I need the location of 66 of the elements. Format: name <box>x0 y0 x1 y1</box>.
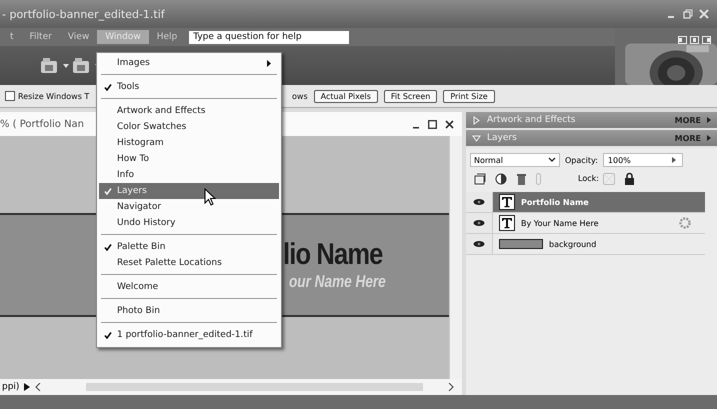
mouse-cursor-icon <box>204 188 216 206</box>
text-layer-icon <box>499 194 515 210</box>
panel-layout-icon[interactable] <box>678 36 687 44</box>
folder-icon[interactable] <box>72 56 92 74</box>
status-text: ppi) <box>2 382 20 392</box>
restore-icon[interactable] <box>683 9 693 19</box>
eye-icon[interactable] <box>473 198 485 206</box>
menu-item[interactable]: Navigator <box>99 199 279 215</box>
maximize-icon[interactable] <box>428 120 437 128</box>
option-label: ows <box>292 92 308 100</box>
document-title: % ( Portfolio Nan <box>0 118 84 130</box>
menu-item[interactable]: 1 portfolio-banner_edited-1.tif <box>99 327 279 343</box>
panel-layout-icon[interactable] <box>702 36 711 44</box>
menu-item[interactable]: Histogram <box>99 135 279 151</box>
help-search-field[interactable]: Type a question for help <box>189 30 350 44</box>
eye-icon[interactable] <box>473 240 485 248</box>
menu-item[interactable]: Layers <box>99 183 279 199</box>
menu-item[interactable]: Images <box>99 55 279 71</box>
palette-header[interactable]: Layers MORE <box>466 130 717 146</box>
text-layer-icon <box>499 215 515 231</box>
banner-title: lio Name <box>283 238 382 272</box>
more-link[interactable]: MORE <box>674 134 701 142</box>
zoom-button[interactable]: Print Size <box>443 90 495 102</box>
opacity-label: Opacity: <box>565 156 598 164</box>
caret-icon <box>707 135 711 141</box>
menu-item[interactable]: Info <box>99 167 279 183</box>
menu-item[interactable]: Undo History <box>99 215 279 231</box>
layer-row[interactable]: Portfolio Name <box>466 192 705 213</box>
caret-icon[interactable] <box>63 64 69 68</box>
trash-icon[interactable] <box>516 172 527 184</box>
opacity-field[interactable]: 100% <box>602 153 683 167</box>
menu-item[interactable]: Color Swatches <box>99 119 279 135</box>
menu-item[interactable]: Artwork and Effects <box>99 103 279 119</box>
disclosure-triangle-icon[interactable] <box>472 134 481 142</box>
banner-subtitle: our Name Here <box>289 272 386 292</box>
layer-row[interactable]: By Your Name Here <box>466 213 705 234</box>
caret-icon[interactable] <box>672 157 676 163</box>
chevron-down-icon[interactable] <box>548 157 556 163</box>
checkbox[interactable] <box>5 91 15 101</box>
panel-layout-icon[interactable] <box>690 36 699 44</box>
window-title: - portfolio-banner_edited-1.tif <box>2 8 165 20</box>
checkbox-label: Resize Windows T <box>18 92 90 100</box>
palette-header[interactable]: Artwork and Effects MORE <box>466 112 717 128</box>
lock-icon[interactable] <box>624 172 635 185</box>
menu-item[interactable]: Palette Bin <box>99 239 279 255</box>
menu-item[interactable]: How To <box>99 151 279 167</box>
play-icon[interactable] <box>24 383 30 391</box>
menu-item[interactable]: Photo Bin <box>99 303 279 319</box>
layer-row[interactable]: background <box>466 234 705 255</box>
menu-item[interactable]: Welcome <box>99 279 279 295</box>
disclosure-triangle-icon[interactable] <box>472 116 481 124</box>
zoom-button[interactable]: Actual Pixels <box>314 90 378 102</box>
half-circle-icon[interactable] <box>495 172 507 184</box>
zoom-button[interactable]: Fit Screen <box>384 90 438 102</box>
horizontal-scrollbar[interactable] <box>86 383 423 391</box>
layer-thumbnail-icon <box>499 239 543 249</box>
menu-item[interactable]: Reset Palette Locations <box>99 255 279 271</box>
close-icon[interactable] <box>445 120 454 128</box>
eye-icon[interactable] <box>473 219 485 227</box>
blend-mode-dropdown[interactable]: Normal <box>470 153 560 167</box>
caret-icon <box>707 117 711 123</box>
more-link[interactable]: MORE <box>674 116 701 124</box>
folder-icon[interactable] <box>40 56 60 74</box>
lock-label: Lock: <box>578 174 599 183</box>
new-layer-icon[interactable] <box>474 172 486 184</box>
menu-item[interactable]: Tools <box>99 79 279 95</box>
